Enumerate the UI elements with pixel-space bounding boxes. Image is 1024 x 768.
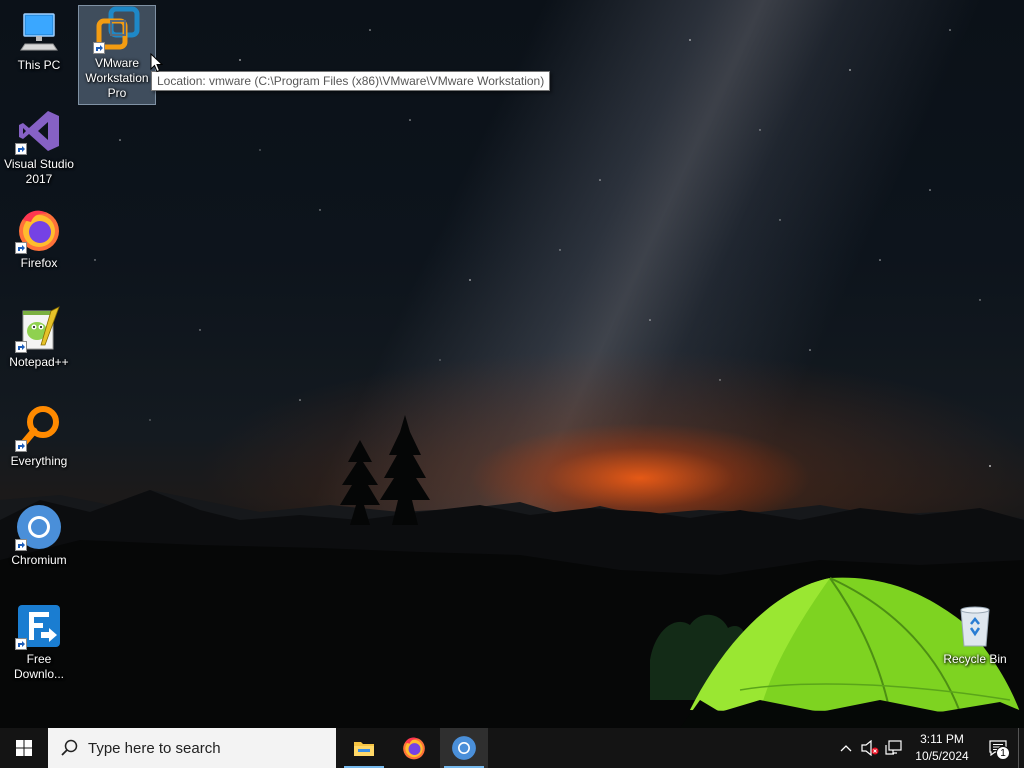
desktop-icon-label: Visual Studio 2017: [4, 157, 74, 186]
visual-studio-icon: [15, 107, 63, 155]
show-desktop-button[interactable]: [1018, 728, 1024, 768]
desktop-icon-firefox[interactable]: Firefox: [1, 206, 77, 271]
taskbar-file-explorer[interactable]: [340, 728, 388, 768]
shortcut-arrow-icon: [15, 539, 27, 551]
recycle-bin-icon: [951, 602, 999, 650]
clock-date: 10/5/2024: [915, 749, 969, 763]
taskbar-chromium[interactable]: [440, 728, 488, 768]
desktop-icon-notepadpp[interactable]: Notepad++: [1, 305, 77, 370]
volume-muted-icon: [861, 740, 879, 756]
free-download-manager-icon: [15, 602, 63, 650]
windows-logo-icon: [16, 740, 32, 756]
network-button[interactable]: [882, 728, 906, 768]
location-tooltip: Location: vmware (C:\Program Files (x86)…: [151, 71, 551, 91]
vmware-icon: [93, 6, 141, 54]
taskbar-clock[interactable]: 3:11 PM 10/5/2024: [906, 731, 978, 765]
shortcut-arrow-icon: [15, 143, 27, 155]
file-explorer-icon: [354, 742, 374, 756]
desktop-icon-label: VMware Workstation Pro: [85, 56, 149, 100]
desktop-background[interactable]: This PC VMware Workstation Pro Visual St…: [0, 0, 1024, 728]
start-button[interactable]: [0, 728, 48, 768]
everything-icon: [15, 404, 63, 452]
volume-button[interactable]: [858, 728, 882, 768]
taskbar-search-box[interactable]: Type here to search: [48, 728, 336, 768]
desktop-icon-vmware[interactable]: VMware Workstation Pro: [78, 5, 156, 105]
notification-count-badge: 1: [996, 746, 1010, 760]
desktop-icon-everything[interactable]: Everything: [1, 404, 77, 469]
firefox-icon: [15, 206, 63, 254]
shortcut-arrow-icon: [15, 242, 27, 254]
wallpaper-landscape: [0, 29, 1024, 728]
action-center-button[interactable]: 1: [978, 728, 1018, 768]
desktop-icon-label: This PC: [17, 58, 61, 72]
taskbar-firefox[interactable]: [390, 728, 438, 768]
this-pc-icon: [15, 8, 63, 56]
search-placeholder: Type here to search: [88, 739, 221, 757]
clock-time: 3:11 PM: [920, 732, 964, 746]
mouse-cursor-icon: [150, 53, 163, 73]
notepadpp-icon: [15, 305, 63, 353]
desktop-icon-free-download-manager[interactable]: Free Downlo...: [1, 602, 77, 682]
taskbar: Type here to search 3:11 PM 10/5/2024 1: [0, 728, 1024, 768]
desktop-icon-label: Recycle Bin: [943, 652, 1007, 666]
chevron-up-icon: [840, 745, 852, 752]
desktop-icon-this-pc[interactable]: This PC: [1, 8, 77, 73]
desktop-icon-visual-studio[interactable]: Visual Studio 2017: [1, 107, 77, 187]
search-icon: [61, 739, 78, 756]
shortcut-arrow-icon: [15, 440, 27, 452]
shortcut-arrow-icon: [15, 638, 27, 650]
shortcut-arrow-icon: [15, 341, 27, 353]
chromium-icon: [452, 736, 476, 760]
network-icon: [885, 740, 902, 755]
chromium-icon: [15, 503, 63, 551]
show-hidden-icons-button[interactable]: [834, 728, 858, 768]
firefox-icon: [403, 737, 425, 760]
desktop-icon-chromium[interactable]: Chromium: [1, 503, 77, 568]
system-tray: 3:11 PM 10/5/2024 1: [834, 728, 1024, 768]
desktop-icon-recycle-bin[interactable]: Recycle Bin: [937, 602, 1013, 667]
shortcut-arrow-icon: [93, 42, 105, 54]
